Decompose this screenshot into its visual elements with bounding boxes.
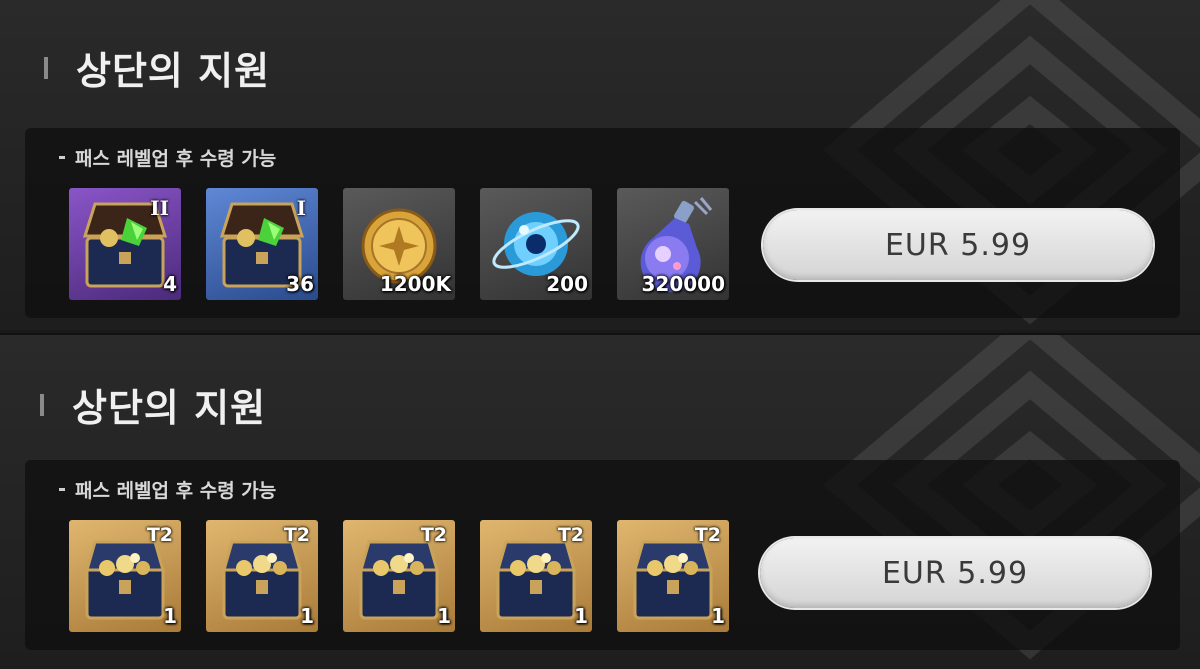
reward-item[interactable]: T2 1: [206, 520, 318, 632]
section-title: 상단의 지원: [44, 40, 270, 95]
title-bar: [44, 56, 48, 79]
bullet-icon: [59, 488, 65, 491]
page-title: 상단의 지원: [76, 49, 271, 93]
bullet-icon: [59, 156, 65, 159]
item-tier: T2: [146, 524, 173, 546]
item-quantity: 36: [286, 272, 314, 296]
reward-item[interactable]: T2 1: [69, 520, 181, 632]
item-tier: T2: [694, 524, 721, 546]
price-label: EUR 5.99: [881, 555, 1029, 591]
section-title: 상단의 지원: [40, 377, 266, 432]
reward-items: II 4 I 36 1200K 200 320000: [69, 188, 729, 300]
reward-item[interactable]: T2 1: [480, 520, 592, 632]
pack-panel-2: 상단의 지원 패스 레벨업 후 수령 가능 T2 1 T2 1 T2 1 T2 …: [0, 333, 1200, 669]
reward-box: 패스 레벨업 후 수령 가능 T2 1 T2 1 T2 1 T2 1 T2 1 …: [25, 460, 1180, 650]
item-tier: T2: [420, 524, 447, 546]
note-label: 패스 레벨업 후 수령 가능: [75, 148, 277, 170]
reward-items: T2 1 T2 1 T2 1 T2 1 T2 1: [69, 520, 729, 632]
item-quantity: 4: [163, 272, 177, 296]
item-tier: T2: [557, 524, 584, 546]
item-tier: T2: [283, 524, 310, 546]
price-label: EUR 5.99: [884, 227, 1032, 263]
item-quantity: 1200K: [379, 272, 451, 296]
pack-panel-1: 상단의 지원 패스 레벨업 후 수령 가능 II 4 I 36 1200K 20…: [0, 0, 1200, 330]
item-quantity: 1: [300, 604, 314, 628]
reward-box: 패스 레벨업 후 수령 가능 II 4 I 36 1200K 200 32000…: [25, 128, 1180, 318]
item-quantity: 200: [546, 272, 588, 296]
buy-button[interactable]: EUR 5.99: [760, 538, 1150, 608]
item-quantity: 1: [574, 604, 588, 628]
reward-item[interactable]: 200: [480, 188, 592, 300]
reward-item[interactable]: 1200K: [343, 188, 455, 300]
reward-note: 패스 레벨업 후 수령 가능: [59, 476, 276, 503]
page-title: 상단의 지원: [72, 386, 267, 430]
item-tier: I: [296, 196, 306, 220]
reward-note: 패스 레벨업 후 수령 가능: [59, 144, 276, 171]
note-label: 패스 레벨업 후 수령 가능: [75, 480, 277, 502]
reward-item[interactable]: T2 1: [343, 520, 455, 632]
reward-item[interactable]: I 36: [206, 188, 318, 300]
title-bar: [40, 393, 44, 416]
buy-button[interactable]: EUR 5.99: [763, 210, 1153, 280]
item-quantity: 1: [163, 604, 177, 628]
item-quantity: 1: [437, 604, 451, 628]
reward-item[interactable]: II 4: [69, 188, 181, 300]
item-tier: II: [150, 196, 169, 220]
item-quantity: 320000: [641, 272, 726, 296]
reward-item[interactable]: 320000: [617, 188, 729, 300]
item-quantity: 1: [711, 604, 725, 628]
reward-item[interactable]: T2 1: [617, 520, 729, 632]
